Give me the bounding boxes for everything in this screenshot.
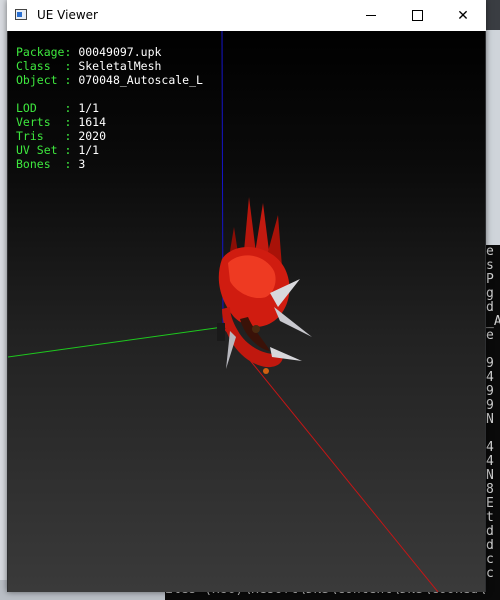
mesh-blade bbox=[226, 331, 236, 369]
window-title: UE Viewer bbox=[37, 8, 98, 22]
title-bar[interactable]: UE Viewer ✕ bbox=[7, 0, 486, 31]
info-value: 1/1 bbox=[78, 143, 100, 157]
background-window-right bbox=[486, 30, 500, 245]
info-value: 2020 bbox=[78, 129, 107, 143]
maximize-icon bbox=[411, 10, 423, 21]
app-icon bbox=[15, 9, 27, 20]
x-axis-line bbox=[222, 326, 439, 592]
info-label: Verts bbox=[16, 115, 65, 129]
info-value: 00049097.upk bbox=[78, 45, 162, 59]
mesh-detail bbox=[252, 325, 260, 333]
info-label: Package bbox=[16, 45, 65, 59]
mesh-detail bbox=[263, 368, 269, 374]
info-label: Tris bbox=[16, 129, 65, 143]
info-label: Object bbox=[16, 73, 65, 87]
mesh-detail bbox=[217, 323, 225, 341]
ue-viewer-window: UE Viewer ✕ Package: 00049097.upk Class … bbox=[7, 0, 486, 592]
info-value: 1614 bbox=[78, 115, 107, 129]
info-value: SkeletalMesh bbox=[78, 59, 162, 73]
info-label: UV Set bbox=[16, 143, 65, 157]
mesh-model bbox=[217, 197, 312, 374]
close-icon: ✕ bbox=[457, 7, 469, 24]
minimize-icon bbox=[366, 15, 376, 16]
info-value: 3 bbox=[78, 157, 86, 171]
background-terminal-right: e s P g d _A e 9 4 9 9 N 4 4 N 8 E t d d… bbox=[486, 245, 500, 600]
y-axis-line bbox=[8, 326, 224, 358]
maximize-button[interactable] bbox=[394, 0, 440, 31]
info-label: Class bbox=[16, 59, 65, 73]
minimize-button[interactable] bbox=[348, 0, 394, 31]
mesh-spike bbox=[244, 197, 256, 253]
info-value: 1/1 bbox=[78, 101, 100, 115]
info-label: LOD bbox=[16, 101, 65, 115]
mesh-info-panel: Package: 00049097.upk Class : SkeletalMe… bbox=[16, 45, 203, 171]
3d-viewport[interactable]: Package: 00049097.upk Class : SkeletalMe… bbox=[8, 31, 485, 592]
close-button[interactable]: ✕ bbox=[440, 0, 486, 31]
info-value: 070048_Autoscale_L bbox=[78, 73, 203, 87]
info-label: Bones bbox=[16, 157, 65, 171]
